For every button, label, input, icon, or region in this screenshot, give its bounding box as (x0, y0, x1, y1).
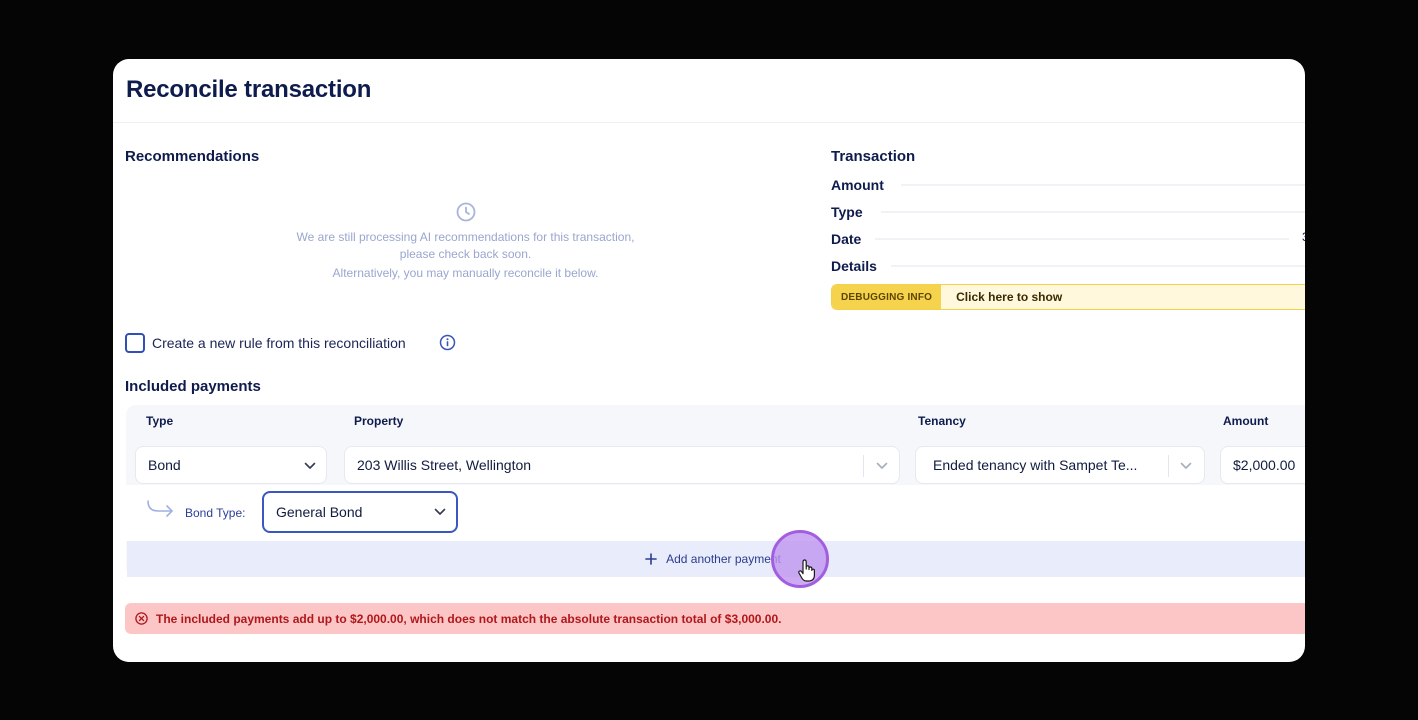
chevron-down-icon (434, 508, 446, 515)
hand-pointer-icon (798, 559, 815, 582)
page-title: Reconcile transaction (126, 76, 372, 103)
bond-type-select[interactable]: General Bond (262, 491, 458, 533)
amount-value: $2,000.00 (1233, 457, 1296, 473)
date-value-placeholder (875, 238, 1289, 240)
transaction-field-date: Date (831, 231, 862, 247)
chevron-down-icon (1180, 462, 1192, 469)
recommendations-message-line2: please check back soon. (399, 247, 532, 261)
transaction-field-type: Type (831, 204, 863, 220)
recommendations-heading: Recommendations (125, 148, 260, 165)
recommendations-empty-state: We are still processing AI recommendatio… (273, 201, 658, 282)
add-another-payment-button[interactable]: Add another payment (127, 541, 1305, 577)
clock-icon (456, 202, 475, 222)
error-message: The included payments add up to $2,000.0… (156, 611, 782, 626)
column-header-type: Type (146, 414, 174, 428)
select-divider (1168, 455, 1169, 477)
column-header-amount: Amount (1223, 414, 1269, 428)
debugging-info-badge: DEBUGGING INFO (832, 285, 942, 309)
transaction-heading: Transaction (831, 148, 916, 165)
plus-icon (645, 553, 657, 565)
bond-type-value: General Bond (276, 504, 363, 520)
debugging-info-bar[interactable]: DEBUGGING INFO Click here to show (831, 284, 1305, 310)
tenancy-value: Ended tenancy with Sampet Te... (933, 457, 1138, 473)
error-x-icon (135, 612, 148, 625)
modal-header: Reconcile transaction (113, 59, 1305, 123)
date-value-fragment: 3 (1302, 230, 1305, 244)
chevron-down-icon (304, 462, 316, 469)
column-header-property: Property (354, 414, 404, 428)
transaction-field-amount: Amount (831, 177, 884, 193)
details-value-placeholder (891, 265, 1305, 267)
bond-type-label: Bond Type: (185, 506, 246, 520)
property-select[interactable]: 203 Willis Street, Wellington (344, 446, 900, 484)
create-rule-checkbox[interactable] (125, 333, 145, 353)
property-value: 203 Willis Street, Wellington (357, 457, 532, 473)
payment-type-select[interactable]: Bond (135, 446, 327, 484)
type-value-placeholder (881, 211, 1305, 213)
chevron-down-icon (876, 462, 888, 469)
show-debug-link[interactable]: Click here to show (956, 290, 1062, 304)
select-divider (863, 455, 864, 477)
amount-value-placeholder (901, 184, 1305, 186)
amount-input[interactable]: $2,000.00 (1220, 446, 1305, 484)
add-another-payment-label: Add another payment (666, 552, 781, 566)
reconcile-modal: Reconcile transaction Recommendations We… (113, 59, 1305, 662)
included-payments-heading: Included payments (125, 378, 261, 395)
payment-type-value: Bond (148, 457, 181, 473)
column-header-tenancy: Tenancy (918, 414, 966, 428)
recommendations-message-line1: We are still processing AI recommendatio… (296, 230, 635, 244)
tenancy-select[interactable]: Ended tenancy with Sampet Te... (915, 446, 1205, 484)
info-icon[interactable] (439, 334, 456, 351)
error-banner: The included payments add up to $2,000.0… (125, 603, 1305, 634)
sub-row-arrow-icon (147, 500, 173, 517)
transaction-field-details: Details (831, 258, 877, 274)
recommendations-message-line3: Alternatively, you may manually reconcil… (332, 266, 599, 280)
create-rule-label[interactable]: Create a new rule from this reconciliati… (152, 335, 406, 351)
